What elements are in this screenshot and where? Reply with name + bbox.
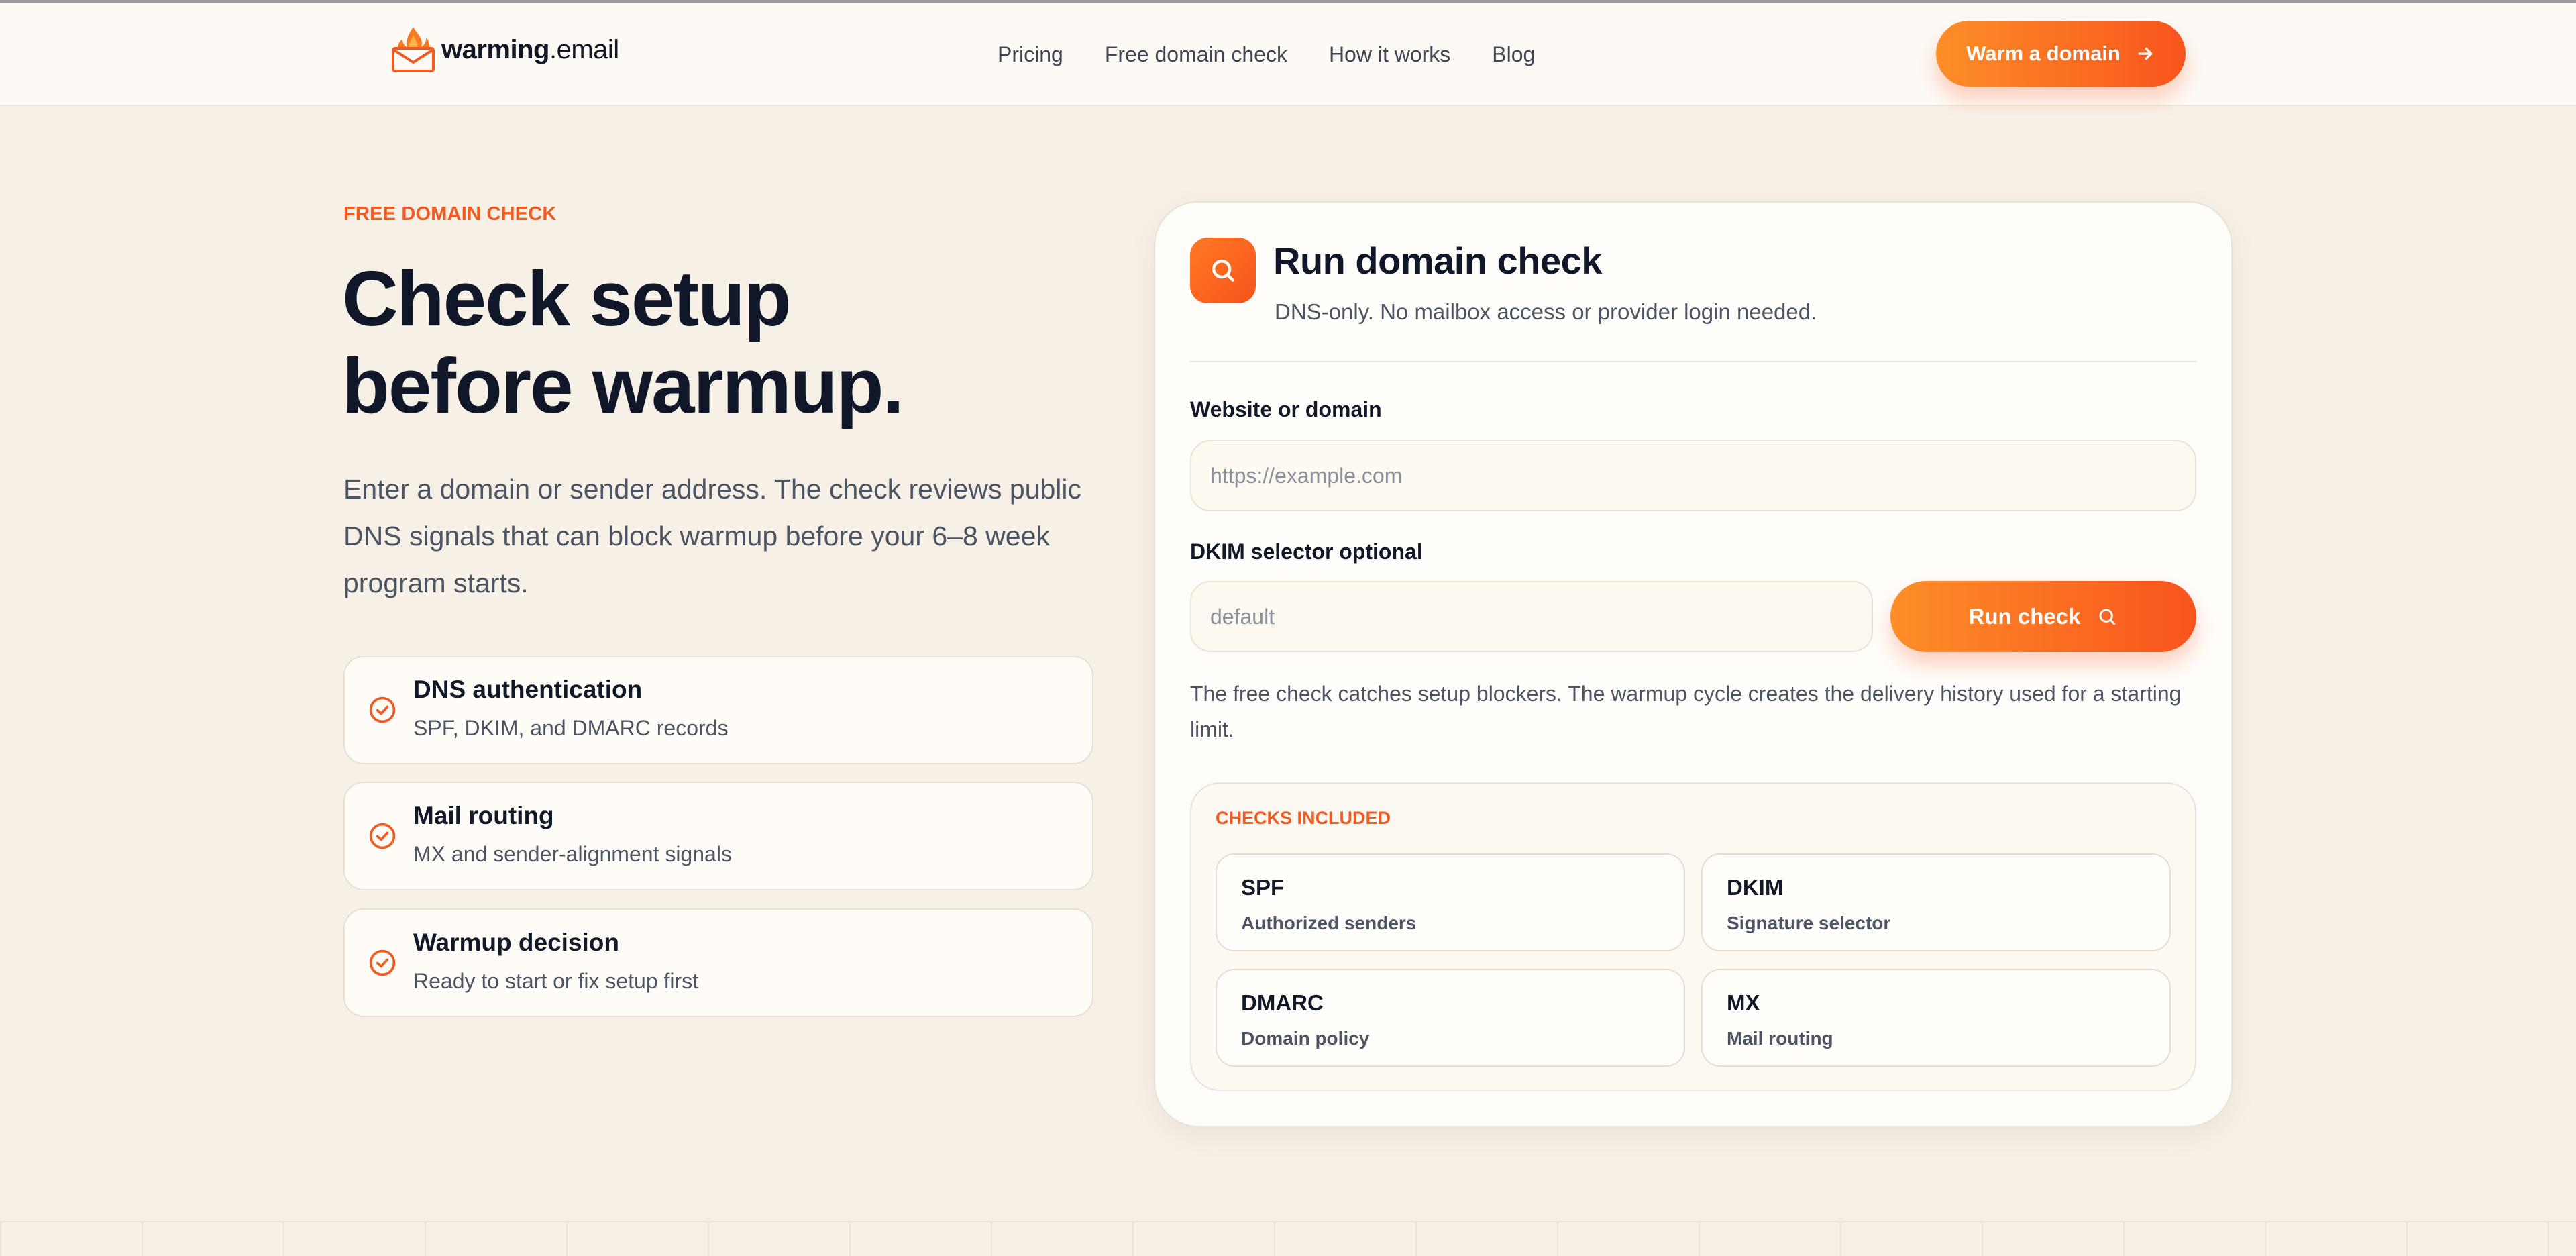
hero-title: Check setup before warmup.	[342, 255, 1080, 429]
check-item-dkim: DKIM Signature selector	[1701, 853, 2171, 951]
check-note: The free check catches setup blockers. T…	[1190, 682, 2182, 741]
feature-card-mail-routing: Mail routing MX and sender-alignment sig…	[343, 782, 1093, 890]
feature-description: SPF, DKIM, and DMARC records	[413, 716, 729, 740]
check-title: DKIM	[1727, 875, 1784, 900]
hero-subtitle: Enter a domain or sender address. The ch…	[343, 474, 1081, 598]
check-description: Mail routing	[1727, 1028, 1833, 1049]
feature-card-warmup-decision: Warmup decision Ready to start or fix se…	[343, 908, 1093, 1017]
check-title: MX	[1727, 990, 1760, 1015]
check-description: Signature selector	[1727, 912, 1891, 933]
checks-included-label: CHECKS INCLUDED	[1216, 808, 1391, 828]
dkim-selector-label: DKIM selector optional	[1190, 539, 1423, 564]
feature-description: Ready to start or fix setup first	[413, 969, 699, 993]
decorative-grid-strip	[0, 1221, 2576, 1256]
domain-check-card: Run domain check DNS-only. No mailbox ac…	[1154, 201, 2233, 1127]
run-check-button[interactable]: Run check	[1890, 581, 2196, 652]
arrow-right-icon	[2138, 47, 2153, 60]
feature-title: Mail routing	[413, 802, 554, 829]
check-item-spf: SPF Authorized senders	[1216, 853, 1685, 951]
hero-title-line-1: Check setup	[342, 255, 792, 342]
check-item-dmarc: DMARC Domain policy	[1216, 969, 1685, 1067]
warm-a-domain-button[interactable]: Warm a domain	[1936, 21, 2186, 87]
brand-logo[interactable]: warming.email	[390, 25, 619, 74]
card-subtitle: DNS-only. No mailbox access or provider …	[1275, 299, 1817, 324]
check-title: SPF	[1241, 875, 1285, 900]
nav-link-how-it-works[interactable]: How it works	[1329, 42, 1450, 67]
feature-description: MX and sender-alignment signals	[413, 842, 732, 866]
card-divider	[1190, 361, 2196, 362]
search-icon	[1212, 260, 1234, 282]
card-title: Run domain check	[1273, 240, 1602, 282]
run-check-label: Run check	[1968, 604, 2081, 629]
check-circle-icon	[369, 823, 396, 849]
checks-included-panel: CHECKS INCLUDED SPF Authorized senders D…	[1190, 782, 2196, 1091]
check-item-mx: MX Mail routing	[1701, 969, 2171, 1067]
flame-envelope-icon	[392, 27, 435, 72]
domain-input[interactable]	[1190, 440, 2196, 511]
warm-a-domain-label: Warm a domain	[1966, 42, 2121, 65]
check-circle-icon	[369, 696, 396, 723]
domain-field-label: Website or domain	[1190, 397, 1382, 421]
check-title: DMARC	[1241, 990, 1324, 1015]
check-description: Authorized senders	[1241, 912, 1417, 933]
nav-link-blog[interactable]: Blog	[1492, 42, 1535, 67]
feature-title: DNS authentication	[413, 676, 643, 703]
check-circle-icon	[369, 949, 396, 976]
top-navbar: warming.email Pricing Free domain check …	[0, 3, 2576, 106]
feature-card-dns-authentication: DNS authentication SPF, DKIM, and DMARC …	[343, 656, 1093, 764]
primary-nav: Pricing Free domain check How it works B…	[998, 38, 1535, 71]
hero-eyebrow: FREE DOMAIN CHECK	[343, 203, 557, 225]
search-icon	[2099, 609, 2116, 625]
brand-wordmark: warming.email	[441, 34, 619, 64]
dkim-selector-input[interactable]	[1190, 581, 1873, 652]
hero-title-line-2: before warmup.	[342, 342, 904, 429]
feature-title: Warmup decision	[413, 929, 620, 956]
check-description: Domain policy	[1241, 1028, 1370, 1049]
nav-link-pricing[interactable]: Pricing	[998, 42, 1063, 67]
nav-link-free-domain-check[interactable]: Free domain check	[1105, 42, 1287, 67]
card-icon-badge	[1190, 238, 1256, 303]
